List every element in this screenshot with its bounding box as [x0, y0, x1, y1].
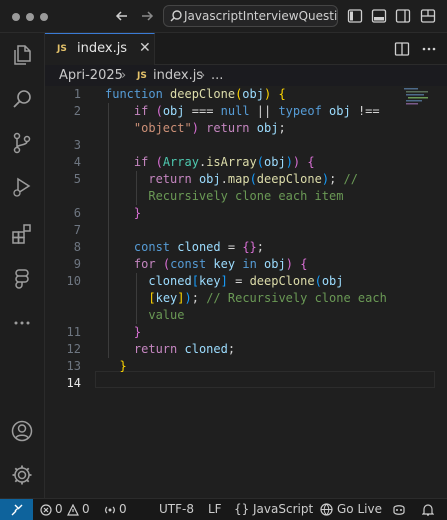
current-line-highlight: [95, 371, 435, 388]
layout-icon[interactable]: [420, 8, 436, 24]
error-icon[interactable]: [40, 504, 52, 516]
search-text: JavascriptInterviewQuestions: [184, 9, 338, 23]
ports-count[interactable]: 0: [119, 502, 127, 516]
code-line: }: [133, 206, 142, 220]
warning-icon[interactable]: [67, 504, 79, 516]
line-number: 4: [73, 155, 81, 169]
line-number: 3: [73, 138, 81, 152]
go-live-icon[interactable]: [320, 503, 333, 516]
close-icon[interactable]: ✕: [139, 40, 151, 56]
code-line: Recursively clone each item: [148, 189, 344, 203]
code-line: const cloned = {};: [133, 240, 264, 254]
code-line: [key]); // Recursively clone each: [148, 291, 387, 305]
end-of-line[interactable]: LF: [208, 502, 222, 516]
line-number: 11: [66, 325, 81, 339]
line-number: 10: [66, 274, 81, 288]
line-number: 5: [73, 172, 81, 186]
remote-indicator[interactable]: [0, 499, 33, 520]
code-line: value: [148, 308, 185, 322]
settings-icon[interactable]: [10, 463, 34, 487]
line-number-active: 14: [66, 376, 81, 390]
source-control-icon[interactable]: [10, 131, 34, 155]
error-count[interactable]: 0: [55, 502, 63, 516]
toggle-panel-icon[interactable]: [371, 8, 387, 24]
go-live-button[interactable]: Go Live: [337, 502, 382, 516]
code-line: if (Array.isArray(obj)) {: [133, 155, 315, 169]
search-icon: [170, 10, 182, 22]
breadcrumb-separator: ›: [121, 68, 127, 83]
tab-index-js[interactable]: JS index.js ✕: [45, 33, 155, 65]
command-center-search[interactable]: JavascriptInterviewQuestions: [163, 5, 338, 27]
braces-icon: {}: [234, 502, 250, 516]
javascript-file-icon: JS: [57, 44, 67, 54]
more-icon[interactable]: [10, 311, 34, 335]
line-number: 9: [73, 257, 81, 271]
code-line: }: [133, 325, 142, 339]
window-dot[interactable]: [26, 13, 34, 21]
remote-icon: [11, 504, 23, 516]
javascript-file-icon: JS: [137, 71, 147, 81]
encoding[interactable]: UTF-8: [159, 502, 194, 516]
back-arrow-icon[interactable]: [112, 6, 132, 26]
line-number: 1: [73, 87, 81, 101]
run-debug-icon[interactable]: [10, 175, 34, 199]
search-view-icon[interactable]: [10, 87, 34, 111]
breadcrumb-separator: ›: [200, 68, 206, 83]
warning-count[interactable]: 0: [82, 502, 90, 516]
title-bar: JavascriptInterviewQuestions: [0, 0, 447, 33]
language-mode[interactable]: JavaScript: [253, 502, 313, 516]
editor-tab-bar: JS index.js ✕: [45, 33, 447, 65]
window-controls[interactable]: [12, 13, 48, 21]
code-line: }: [119, 359, 127, 373]
toggle-sidebar-icon[interactable]: [347, 8, 363, 24]
line-number: 13: [66, 359, 81, 373]
extensions-icon[interactable]: [10, 222, 34, 246]
code-line: function deepClone(obj) {: [105, 87, 286, 101]
line-number: 7: [73, 223, 81, 237]
forward-arrow-icon[interactable]: [137, 6, 157, 26]
line-number: 8: [73, 240, 81, 254]
explorer-icon[interactable]: [10, 43, 34, 67]
code-line: "object") return obj;: [133, 121, 286, 135]
toggle-secondary-sidebar-icon[interactable]: [395, 8, 411, 24]
code-line: return cloned;: [133, 342, 236, 356]
figma-icon[interactable]: [10, 267, 34, 291]
ports-icon[interactable]: [104, 504, 116, 516]
breadcrumb-symbol[interactable]: ...: [211, 68, 223, 83]
bell-icon[interactable]: [422, 503, 434, 516]
status-bar: 0 0 0 UTF-8 LF {} JavaScript Go Live: [0, 498, 447, 520]
breadcrumb-folder[interactable]: Apri-2025: [59, 68, 123, 83]
tab-label: index.js: [77, 41, 128, 56]
code-line: return obj.map(deepClone); //: [148, 172, 358, 186]
breadcrumb-file[interactable]: index.js: [153, 68, 203, 83]
code-line: cloned[key] = deepClone(obj: [148, 274, 344, 288]
minimap[interactable]: [404, 86, 432, 114]
more-actions-icon[interactable]: [421, 41, 437, 57]
code-line: for (const key in obj) {: [133, 257, 308, 271]
breadcrumb: Apri-2025 › JS index.js › ...: [45, 66, 447, 86]
window-dot[interactable]: [12, 13, 20, 21]
window-dot[interactable]: [40, 13, 48, 21]
line-number: 6: [73, 206, 81, 220]
line-number: 12: [66, 342, 81, 356]
copilot-icon[interactable]: [392, 503, 406, 516]
account-icon[interactable]: [10, 419, 34, 443]
split-editor-icon[interactable]: [394, 41, 410, 57]
code-line: if (obj === null || typeof obj !==: [133, 104, 380, 118]
line-number: 2: [73, 104, 81, 118]
code-editor[interactable]: 1 2 3 4 5 6 7 8 9 10 11 12 13 14 functio…: [45, 86, 447, 498]
activity-bar: [0, 33, 45, 498]
